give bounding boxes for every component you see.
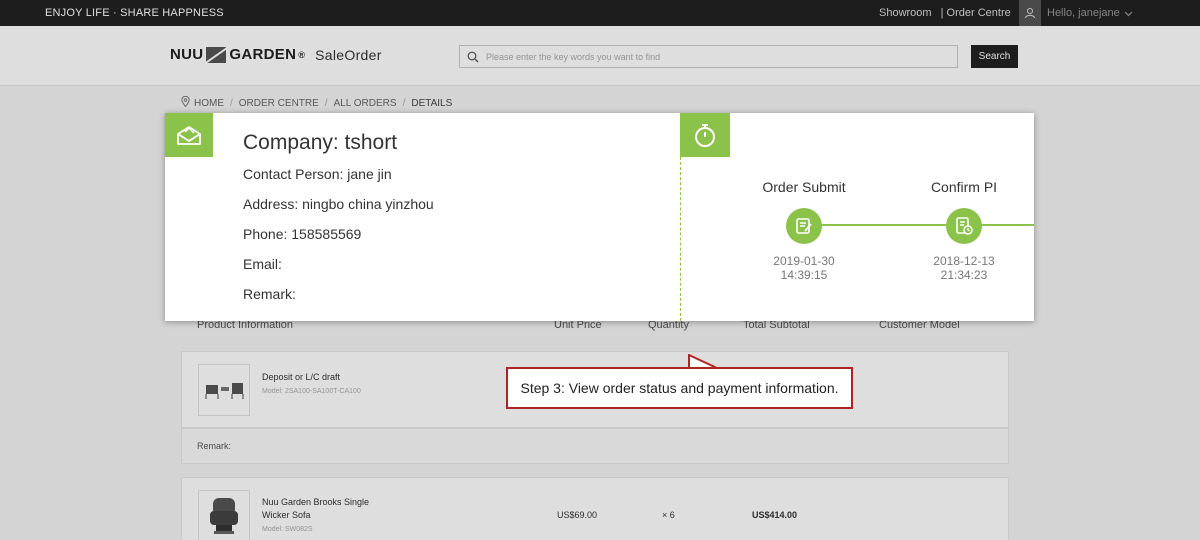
product-model: Model: 2SA100-SA100T-CA100 — [262, 388, 361, 395]
breadcrumb-separator: / — [402, 97, 406, 109]
step-clock: 21:34:23 — [940, 268, 988, 282]
confirm-pi-icon — [946, 208, 982, 244]
remark-label: Remark: — [197, 441, 232, 451]
step-date: 2018-12-13 — [933, 254, 995, 268]
step-time: 2018-12-13 21:34:23 — [904, 254, 1024, 282]
chevron-down-icon[interactable] — [1124, 8, 1133, 20]
order-info-card: Company: tshort Contact Person: jane jin… — [165, 113, 1034, 321]
order-submit-icon — [786, 208, 822, 244]
breadcrumb-all-orders[interactable]: ALL ORDERS — [334, 98, 397, 109]
stopwatch-icon — [680, 113, 730, 157]
search-input[interactable] — [486, 51, 957, 62]
search-button[interactable]: Search — [971, 45, 1018, 68]
brand-right: GARDEN — [229, 46, 297, 63]
header: NUU GARDEN ® SaleOrder Search — [0, 26, 1200, 86]
search-box — [459, 45, 958, 68]
step-title: Confirm PI — [930, 179, 998, 195]
step-clock: 14:39:15 — [780, 268, 828, 282]
registered-mark: ® — [298, 49, 306, 60]
product-thumbnail[interactable] — [198, 490, 250, 540]
step-date: 2019-01-30 — [773, 254, 835, 268]
showroom-link[interactable]: Showroom — [879, 7, 932, 19]
table-header: Product Information Unit Price Quantity … — [181, 319, 1009, 339]
search-icon — [460, 51, 486, 63]
page-subtitle: SaleOrder — [315, 46, 382, 63]
phone: Phone: 158585569 — [243, 226, 362, 242]
top-links: Showroom | Order Centre — [879, 7, 1017, 19]
tutorial-callout: Step 3: View order status and payment in… — [506, 367, 853, 409]
breadcrumb-home[interactable]: HOME — [194, 98, 224, 109]
remark-row: Remark: — [181, 428, 1009, 464]
slogan: ENJOY LIFE · SHARE HAPPNESS — [45, 7, 224, 19]
breadcrumb-separator: / — [324, 97, 328, 109]
user-greeting[interactable]: Hello, janejane — [1047, 7, 1120, 19]
step-confirm-pi: Confirm PI 2018-12-13 21:34:23 — [904, 179, 1024, 282]
company-name: Company: tshort — [243, 131, 398, 154]
order-centre-link[interactable]: | Order Centre — [941, 7, 1011, 19]
product-name[interactable]: Deposit or L/C draft — [262, 371, 392, 384]
product-thumbnail[interactable] — [198, 364, 250, 416]
customer-info-icon — [165, 113, 213, 157]
address: Address: ningbo china yinzhou — [243, 196, 434, 212]
contact-person: Contact Person: jane jin — [243, 166, 392, 182]
total-subtotal: US$414.00 — [752, 510, 798, 520]
logo-mark-icon — [206, 46, 227, 63]
brand-left: NUU — [170, 46, 204, 63]
unit-price: US$69.00 — [557, 510, 598, 520]
location-pin-icon — [181, 95, 190, 110]
breadcrumb-separator: / — [230, 97, 233, 109]
remark: Remark: — [243, 286, 296, 302]
step-title: Order Submit — [762, 179, 846, 195]
email: Email: — [243, 256, 282, 272]
top-bar: ENJOY LIFE · SHARE HAPPNESS Showroom | O… — [0, 0, 1200, 26]
user-icon[interactable] — [1019, 0, 1041, 26]
card-divider — [680, 157, 681, 321]
product-name[interactable]: Nuu Garden Brooks Single Wicker Sofa — [262, 496, 392, 522]
step-time: 2019-01-30 14:39:15 — [744, 254, 864, 282]
step-order-submit: Order Submit 2019-01-30 14:39:15 — [744, 179, 864, 282]
breadcrumb-details: DETAILS — [411, 97, 453, 109]
breadcrumb: HOME / ORDER CENTRE / ALL ORDERS / DETAI… — [181, 95, 453, 110]
brand-logo[interactable]: NUU GARDEN ® SaleOrder — [170, 46, 382, 63]
quantity: × 6 — [662, 510, 675, 520]
product-model: Model: SW082S — [262, 526, 313, 533]
breadcrumb-order-centre[interactable]: ORDER CENTRE — [239, 98, 319, 109]
table-row: Nuu Garden Brooks Single Wicker Sofa Mod… — [181, 477, 1009, 540]
